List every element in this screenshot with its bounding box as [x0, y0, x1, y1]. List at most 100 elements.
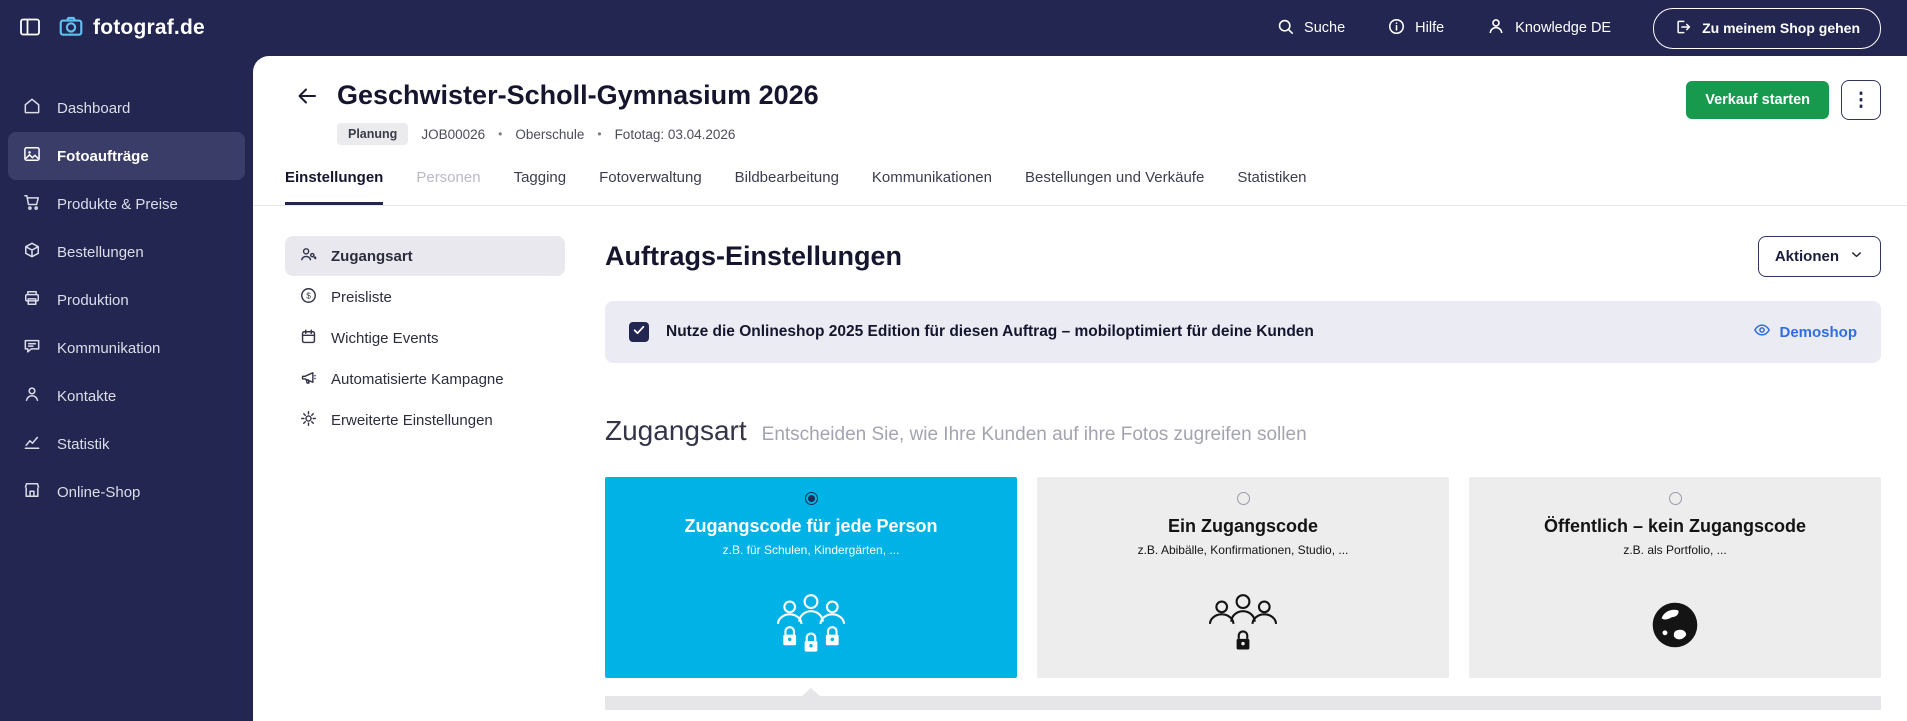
demoshop-label: Demoshop	[1779, 323, 1857, 341]
search-label: Suche	[1304, 20, 1346, 36]
settings-subnav: Zugangsart $ Preisliste Wichtige Events …	[285, 236, 565, 721]
tab-einstellungen[interactable]: Einstellungen	[285, 169, 384, 205]
access-type-subtitle: Entscheiden Sie, wie Ihre Kunden auf ihr…	[761, 424, 1307, 445]
tab-bestellungen-verkaeufe[interactable]: Bestellungen und Verkäufe	[1025, 169, 1204, 205]
job-category: Oberschule	[515, 126, 585, 142]
access-card-title: Öffentlich – kein Zugangscode	[1543, 516, 1807, 536]
search-link[interactable]: Suche	[1276, 17, 1345, 40]
sidebar-item-kontakte[interactable]: Kontakte	[8, 372, 245, 420]
job-meta-row: Planung JOB00026 • Oberschule • Fototag:…	[337, 123, 819, 145]
radio-code-per-person[interactable]	[804, 492, 818, 505]
access-type-cards: Zugangscode für jede Person z.B. für Sch…	[605, 477, 1881, 678]
sidebar-item-statistik[interactable]: Statistik	[8, 420, 245, 468]
meta-separator: •	[498, 127, 503, 141]
sidebar-item-fotoauftraege[interactable]: Fotoaufträge	[8, 132, 245, 180]
sidebar-toggle-icon	[18, 15, 42, 42]
panel-notch	[802, 688, 820, 696]
help-link[interactable]: Hilfe	[1387, 17, 1444, 40]
storefront-icon	[22, 480, 42, 504]
meta-separator: •	[597, 127, 602, 141]
eye-icon	[1753, 321, 1771, 343]
onlineshop-edition-checkbox[interactable]	[629, 322, 649, 342]
subnav-item-zugangsart[interactable]: Zugangsart	[285, 236, 565, 276]
cart-icon	[22, 192, 42, 216]
page-header: Geschwister-Scholl-Gymnasium 2026 Planun…	[253, 56, 1907, 145]
external-link-icon	[1674, 18, 1692, 39]
subnav-item-preisliste[interactable]: $ Preisliste	[285, 277, 565, 317]
access-type-section-header: Zugangsart Entscheiden Sie, wie Ihre Kun…	[605, 415, 1881, 447]
photo-day: Fototag: 03.04.2026	[614, 126, 736, 142]
chevron-down-icon	[1849, 247, 1864, 266]
settings-main-panel: Auftrags-Einstellungen Aktionen Nutze di…	[605, 236, 1881, 721]
subnav-item-label: Wichtige Events	[331, 329, 439, 347]
sidebar: Dashboard Fotoaufträge Produkte & Preise…	[0, 56, 253, 721]
gear-icon	[299, 409, 318, 432]
svg-text:$: $	[306, 290, 311, 300]
start-sale-button[interactable]: Verkauf starten	[1686, 81, 1829, 119]
subnav-item-label: Preisliste	[331, 288, 392, 306]
group-locks-icon	[763, 571, 859, 678]
access-card-title: Ein Zugangscode	[1167, 516, 1318, 536]
tab-fotoverwaltung[interactable]: Fotoverwaltung	[599, 169, 702, 205]
sidebar-item-bestellungen[interactable]: Bestellungen	[8, 228, 245, 276]
settings-heading: Auftrags-Einstellungen	[605, 241, 903, 271]
subnav-item-automatisierte-kampagne[interactable]: Automatisierte Kampagne	[285, 359, 565, 399]
group-single-lock-icon	[1195, 571, 1291, 678]
sidebar-toggle-button[interactable]	[18, 15, 42, 42]
access-card-subtitle: z.B. für Schulen, Kindergärten, ...	[722, 543, 900, 557]
access-card-single-code[interactable]: Ein Zugangscode z.B. Abibälle, Konfirmat…	[1037, 477, 1449, 678]
access-card-public[interactable]: Öffentlich – kein Zugangscode z.B. als P…	[1469, 477, 1881, 678]
megaphone-icon	[299, 368, 318, 391]
selected-access-detail-panel	[605, 688, 1881, 710]
tab-kommunikationen[interactable]: Kommunikationen	[872, 169, 992, 205]
sidebar-item-label: Online-Shop	[57, 483, 141, 501]
banner-text: Nutze die Onlineshop 2025 Edition für di…	[666, 323, 1314, 340]
sidebar-item-label: Bestellungen	[57, 243, 144, 261]
sidebar-item-kommunikation[interactable]: Kommunikation	[8, 324, 245, 372]
price-circle-icon: $	[299, 286, 318, 309]
arrow-left-icon	[295, 88, 319, 111]
tab-bildbearbeitung[interactable]: Bildbearbeitung	[735, 169, 839, 205]
radio-single-code[interactable]	[1236, 492, 1250, 505]
access-card-subtitle: z.B. Abibälle, Konfirmationen, Studio, .…	[1137, 543, 1349, 557]
sidebar-item-label: Statistik	[57, 435, 110, 453]
home-icon	[22, 96, 42, 120]
sidebar-item-produkte-preise[interactable]: Produkte & Preise	[8, 180, 245, 228]
onlineshop-edition-banner: Nutze die Onlineshop 2025 Edition für di…	[605, 301, 1881, 363]
tab-tagging[interactable]: Tagging	[514, 169, 567, 205]
access-card-code-per-person[interactable]: Zugangscode für jede Person z.B. für Sch…	[605, 477, 1017, 678]
sidebar-item-produktion[interactable]: Produktion	[8, 276, 245, 324]
subnav-item-wichtige-events[interactable]: Wichtige Events	[285, 318, 565, 358]
more-options-button[interactable]: ⋮	[1841, 80, 1881, 120]
back-button[interactable]	[295, 84, 319, 111]
sidebar-item-dashboard[interactable]: Dashboard	[8, 84, 245, 132]
sidebar-item-label: Dashboard	[57, 99, 131, 117]
calendar-icon	[299, 327, 318, 350]
radio-public[interactable]	[1668, 492, 1682, 505]
knowledge-label: Knowledge DE	[1515, 20, 1612, 36]
status-badge: Planung	[337, 123, 409, 145]
demoshop-link[interactable]: Demoshop	[1753, 321, 1857, 343]
knowledge-link[interactable]: Knowledge DE	[1486, 16, 1611, 40]
globe-icon	[1646, 571, 1704, 678]
tab-statistiken[interactable]: Statistiken	[1237, 169, 1306, 205]
page-title: Geschwister-Scholl-Gymnasium 2026	[337, 80, 819, 110]
sidebar-item-online-shop[interactable]: Online-Shop	[8, 468, 245, 516]
info-icon	[1387, 17, 1406, 40]
package-icon	[22, 240, 42, 264]
subnav-item-label: Automatisierte Kampagne	[331, 370, 504, 388]
subnav-item-erweiterte-einstellungen[interactable]: Erweiterte Einstellungen	[285, 400, 565, 440]
go-to-shop-button[interactable]: Zu meinem Shop gehen	[1653, 7, 1881, 49]
brand-logo[interactable]: fotograf.de	[58, 13, 205, 44]
person-icon	[22, 384, 42, 408]
sidebar-item-label: Produktion	[57, 291, 129, 309]
job-tabs: Einstellungen Personen Tagging Fotoverwa…	[253, 169, 1907, 206]
tab-personen[interactable]: Personen	[416, 169, 480, 205]
access-card-title: Zugangscode für jede Person	[684, 516, 938, 536]
actions-dropdown-button[interactable]: Aktionen	[1757, 236, 1881, 277]
printer-icon	[22, 288, 42, 312]
sidebar-item-label: Kommunikation	[57, 339, 161, 357]
content-area: Geschwister-Scholl-Gymnasium 2026 Planun…	[253, 56, 1907, 721]
access-card-subtitle: z.B. als Portfolio, ...	[1623, 543, 1727, 557]
photo-jobs-icon	[22, 144, 42, 168]
